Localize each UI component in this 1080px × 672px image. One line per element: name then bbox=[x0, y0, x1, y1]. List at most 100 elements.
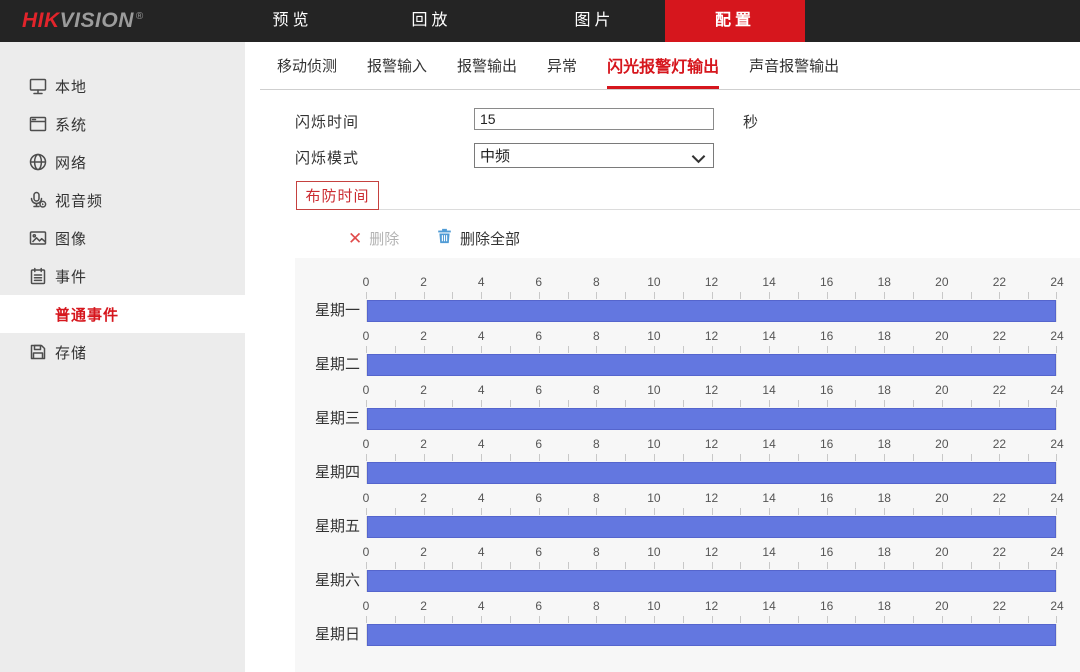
tick-mark bbox=[654, 292, 655, 299]
schedule-track[interactable] bbox=[366, 570, 1057, 592]
sidebar-item-video-audio[interactable]: 视音频 bbox=[0, 181, 245, 219]
sidebar-item-event[interactable]: 事件 bbox=[0, 257, 245, 295]
tick-mark bbox=[855, 400, 856, 407]
hour-label: 6 bbox=[535, 599, 542, 613]
delete-all-button[interactable]: 删除全部 bbox=[436, 227, 520, 249]
tick-mark bbox=[452, 346, 453, 353]
nav-config[interactable]: 配置 bbox=[665, 0, 805, 42]
tick-mark bbox=[913, 562, 914, 569]
flash-mode-value: 中频 bbox=[480, 145, 510, 166]
hour-label: 0 bbox=[363, 545, 370, 559]
chevron-down-icon bbox=[691, 151, 706, 168]
tick-mark bbox=[452, 508, 453, 515]
tick-mark bbox=[740, 616, 741, 623]
tab-flash-alarm-output[interactable]: 闪光报警灯输出 bbox=[607, 42, 719, 89]
sidebar-item-label: 系统 bbox=[55, 114, 87, 135]
hour-label: 10 bbox=[647, 437, 660, 451]
tick-mark bbox=[884, 346, 885, 353]
schedule-row: 星期六024681012141618202224 bbox=[295, 540, 1080, 594]
hour-label: 12 bbox=[705, 437, 718, 451]
hour-label: 22 bbox=[993, 545, 1006, 559]
hour-label: 16 bbox=[820, 275, 833, 289]
flash-time-input[interactable] bbox=[474, 108, 714, 130]
arming-schedule-panel: 星期一024681012141618202224星期二0246810121416… bbox=[295, 258, 1080, 672]
tab-alarm-input[interactable]: 报警输入 bbox=[367, 42, 427, 89]
tick-mark bbox=[971, 454, 972, 461]
tick-mark bbox=[395, 562, 396, 569]
sidebar: 本地系统网络视音频图像事件普通事件存储 bbox=[0, 42, 245, 672]
hour-label: 24 bbox=[1050, 491, 1063, 505]
tick-mark bbox=[366, 454, 367, 461]
tick-mark bbox=[568, 562, 569, 569]
tick-mark bbox=[395, 508, 396, 515]
schedule-track[interactable] bbox=[366, 516, 1057, 538]
schedule-track[interactable] bbox=[366, 300, 1057, 322]
schedule-bar[interactable] bbox=[367, 408, 1056, 430]
tick-mark bbox=[654, 454, 655, 461]
window-icon bbox=[28, 114, 48, 134]
schedule-bar[interactable] bbox=[367, 300, 1056, 322]
tick-mark bbox=[712, 454, 713, 461]
tick-mark bbox=[740, 454, 741, 461]
schedule-track[interactable] bbox=[366, 354, 1057, 376]
tick-mark bbox=[683, 508, 684, 515]
sidebar-item-storage[interactable]: 存储 bbox=[0, 333, 245, 371]
tab-alarm-output[interactable]: 报警输出 bbox=[457, 42, 517, 89]
schedule-bar[interactable] bbox=[367, 462, 1056, 484]
tick-mark bbox=[740, 292, 741, 299]
schedule-row: 星期一024681012141618202224 bbox=[295, 270, 1080, 324]
schedule-bar[interactable] bbox=[367, 570, 1056, 592]
tick-mark bbox=[539, 400, 540, 407]
top-bar: HIKVISION® 预览回放图片配置 bbox=[0, 0, 1080, 42]
tick-mark bbox=[683, 616, 684, 623]
sidebar-item-system[interactable]: 系统 bbox=[0, 105, 245, 143]
nav-preview[interactable]: 预览 bbox=[250, 0, 335, 42]
schedule-bar[interactable] bbox=[367, 354, 1056, 376]
flash-mode-select[interactable]: 中频 bbox=[474, 143, 714, 168]
schedule-track[interactable] bbox=[366, 624, 1057, 646]
schedule-track[interactable] bbox=[366, 408, 1057, 430]
hour-label: 6 bbox=[535, 437, 542, 451]
schedule-bar[interactable] bbox=[367, 516, 1056, 538]
tick-mark bbox=[395, 616, 396, 623]
tick-mark bbox=[452, 400, 453, 407]
day-label: 星期二 bbox=[315, 354, 360, 376]
tick-mark bbox=[913, 346, 914, 353]
tick-mark bbox=[971, 346, 972, 353]
timeline: 024681012141618202224 bbox=[366, 486, 1057, 540]
hour-label: 22 bbox=[993, 329, 1006, 343]
hour-label: 20 bbox=[935, 491, 948, 505]
delete-button[interactable]: ✕ 删除 bbox=[348, 228, 399, 249]
sidebar-item-network[interactable]: 网络 bbox=[0, 143, 245, 181]
tick-mark bbox=[769, 562, 770, 569]
hour-label: 6 bbox=[535, 275, 542, 289]
hour-label: 0 bbox=[363, 383, 370, 397]
tick-mark bbox=[625, 292, 626, 299]
hour-label: 14 bbox=[762, 275, 775, 289]
nav-playback[interactable]: 回放 bbox=[389, 0, 474, 42]
hour-label: 14 bbox=[762, 545, 775, 559]
tick-mark bbox=[510, 346, 511, 353]
tick-mark bbox=[740, 508, 741, 515]
tick-mark bbox=[424, 616, 425, 623]
sidebar-item-image[interactable]: 图像 bbox=[0, 219, 245, 257]
tick-mark bbox=[481, 508, 482, 515]
timeline: 024681012141618202224 bbox=[366, 270, 1057, 324]
schedule-bar[interactable] bbox=[367, 624, 1056, 646]
tick-mark bbox=[424, 562, 425, 569]
tick-mark bbox=[395, 346, 396, 353]
arming-schedule-button[interactable]: 布防时间 bbox=[296, 181, 379, 210]
schedule-track[interactable] bbox=[366, 462, 1057, 484]
hour-label: 2 bbox=[420, 275, 427, 289]
nav-picture[interactable]: 图片 bbox=[552, 0, 637, 42]
hour-label: 16 bbox=[820, 599, 833, 613]
tab-bar: 移动侦测报警输入报警输出异常闪光报警灯输出声音报警输出 bbox=[260, 42, 1080, 90]
hour-label: 18 bbox=[878, 491, 891, 505]
tick-mark bbox=[999, 346, 1000, 353]
tab-exception[interactable]: 异常 bbox=[547, 42, 577, 89]
tab-motion-detection[interactable]: 移动侦测 bbox=[277, 42, 337, 89]
hour-label: 6 bbox=[535, 545, 542, 559]
sidebar-item-basic-event[interactable]: 普通事件 bbox=[0, 295, 245, 333]
tab-audio-alarm-output[interactable]: 声音报警输出 bbox=[749, 42, 839, 89]
sidebar-item-local[interactable]: 本地 bbox=[0, 67, 245, 105]
